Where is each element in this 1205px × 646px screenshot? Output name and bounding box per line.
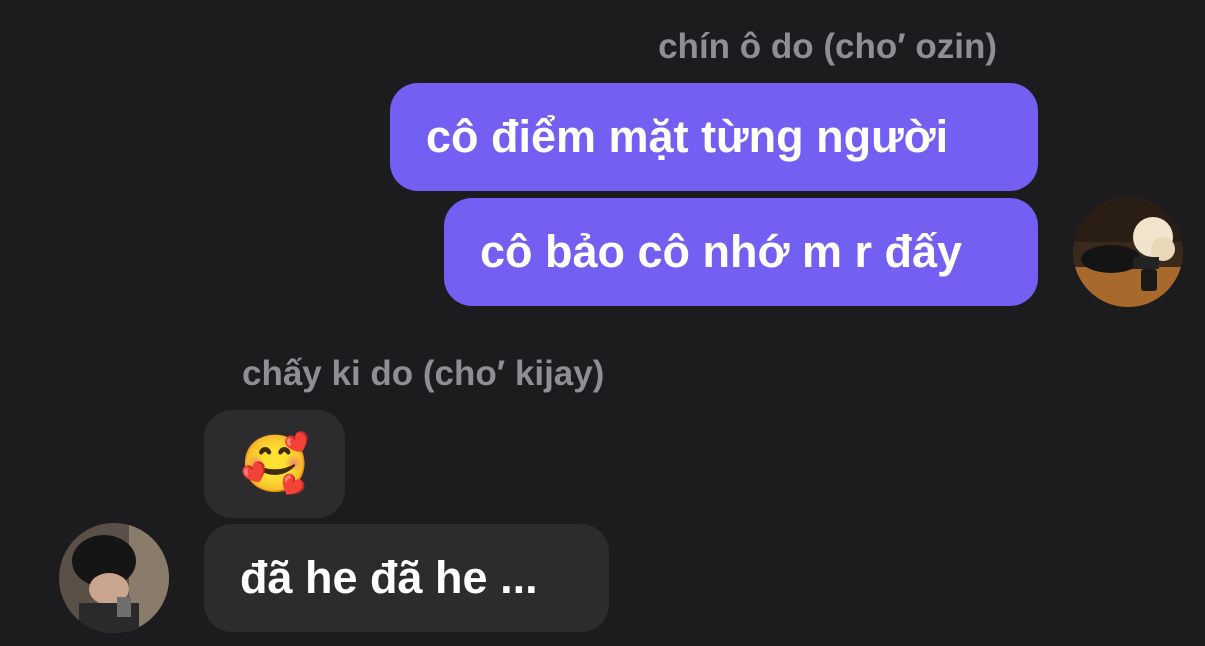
smiling-face-with-hearts-icon: 🥰: [240, 432, 310, 495]
incoming-sender-avatar[interactable]: [59, 523, 169, 633]
avatar-photo-icon: [1073, 197, 1183, 307]
outgoing-sender-name: chín ô do (cho′ ozin): [658, 27, 997, 66]
message-text: đã he đã he ...: [240, 552, 538, 603]
incoming-message-bubble[interactable]: đã he đã he ...: [204, 524, 609, 632]
outgoing-message-bubble[interactable]: cô bảo cô nhớ m r đấy: [444, 198, 1038, 306]
message-text: cô điểm mặt từng người: [426, 111, 949, 162]
avatar-photo-icon: [59, 523, 169, 633]
incoming-emoji-bubble[interactable]: 🥰: [204, 410, 345, 518]
message-text: cô bảo cô nhớ m r đấy: [480, 226, 963, 277]
outgoing-sender-avatar[interactable]: [1073, 197, 1183, 307]
incoming-sender-name: chấy ki do (cho′ kijay): [242, 354, 605, 393]
outgoing-message-bubble[interactable]: cô điểm mặt từng người: [390, 83, 1038, 191]
